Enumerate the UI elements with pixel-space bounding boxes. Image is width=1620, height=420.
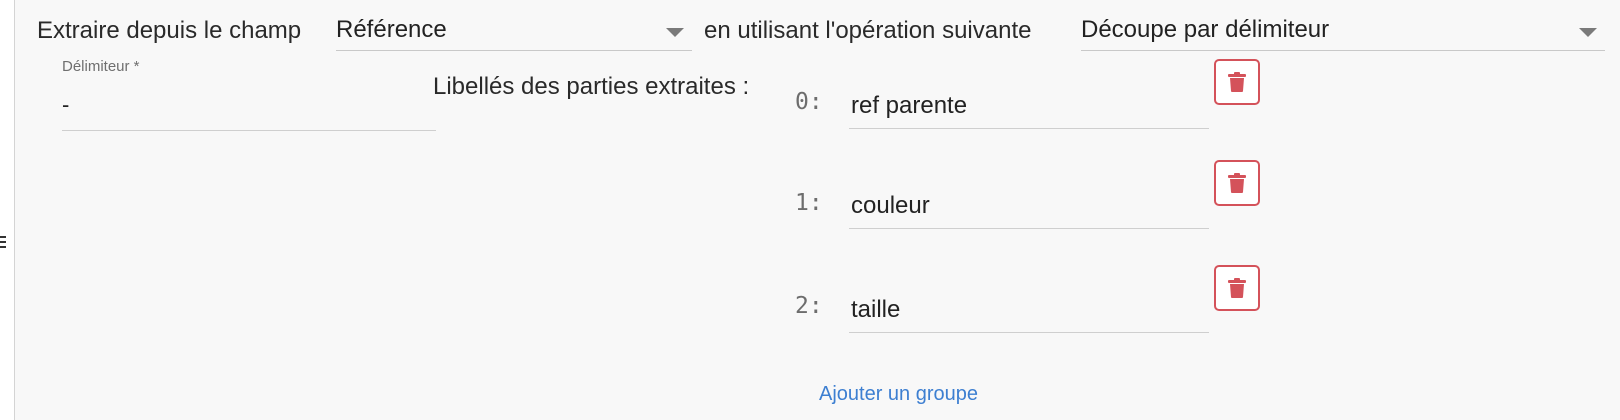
delimiter-label: Délimiteur * [62,58,140,75]
operation-select[interactable]: Découpe par délimiteur [1081,2,1605,51]
trash-icon [1228,278,1246,298]
trash-icon [1228,72,1246,92]
part-index: 2: [795,293,823,319]
left-rail [0,0,14,420]
part-label-input[interactable]: ref parente [849,80,1209,129]
delete-part-button[interactable] [1214,59,1260,105]
source-field-value: Référence [336,16,447,43]
caret-down-icon [666,28,684,37]
part-label-input[interactable]: couleur [849,180,1209,229]
part-label-value: taille [851,296,901,323]
source-field-label: Extraire depuis le champ [37,17,302,44]
parts-heading: Libellés des parties extraites : [433,73,750,100]
source-field-select[interactable]: Référence [336,2,692,51]
caret-down-icon [1579,28,1597,37]
delimiter-value: - [62,92,70,117]
part-index: 1: [795,190,823,216]
extraction-panel: Extraire depuis le champ Référence en ut… [14,0,1620,420]
drag-handle-icon[interactable] [0,236,6,250]
delimiter-field[interactable]: Délimiteur * - [62,56,436,131]
part-label-value: ref parente [851,92,968,119]
trash-icon [1228,173,1246,193]
delete-part-button[interactable] [1214,160,1260,206]
operation-label: en utilisant l'opération suivante [704,17,1032,44]
part-label-value: couleur [851,192,930,219]
part-label-input[interactable]: taille [849,284,1209,333]
operation-value: Découpe par délimiteur [1081,16,1330,43]
add-group-link[interactable]: Ajouter un groupe [819,383,978,406]
delete-part-button[interactable] [1214,265,1260,311]
part-index: 0: [795,89,823,115]
